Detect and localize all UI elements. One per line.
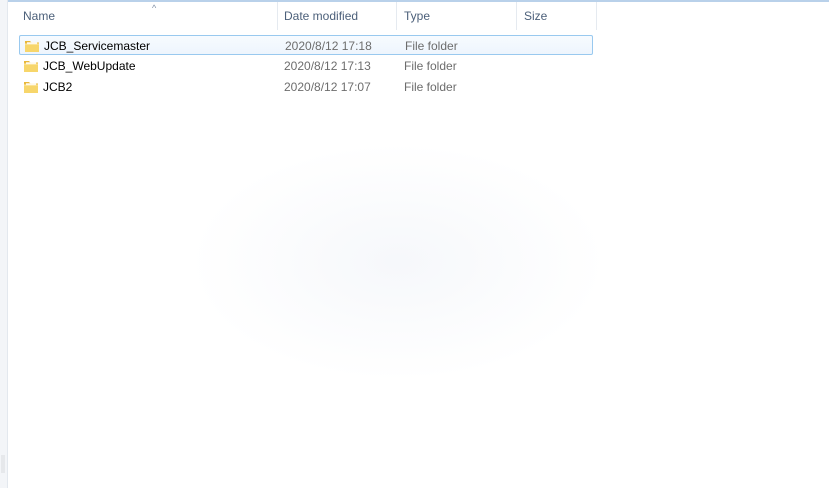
file-type: File folder xyxy=(404,80,457,94)
column-header-type[interactable]: Type xyxy=(397,2,517,30)
file-name: JCB_Servicemaster xyxy=(44,39,151,53)
file-type: File folder xyxy=(405,39,458,53)
sort-arrow-up-icon: ^ xyxy=(152,3,157,13)
background-watermark xyxy=(188,142,608,382)
file-name: JCB2 xyxy=(43,80,73,94)
column-header-date-label: Date modified xyxy=(284,9,359,23)
column-header-size[interactable]: Size xyxy=(517,2,597,30)
column-header-bar: Name ^ Date modified Type Size xyxy=(8,2,829,30)
file-row-selected[interactable]: JCB_Servicemaster 2020/8/12 17:18 File f… xyxy=(19,35,593,55)
file-date-modified: 2020/8/12 17:07 xyxy=(284,80,371,94)
file-list-view[interactable]: Name ^ Date modified Type Size JCB_Servi… xyxy=(8,2,829,488)
scrollbar-grip[interactable] xyxy=(1,455,5,473)
file-type: File folder xyxy=(404,59,457,73)
column-header-size-label: Size xyxy=(524,9,548,23)
file-row[interactable]: JCB2 2020/8/12 17:07 File folder xyxy=(19,77,593,97)
column-header-name-label: Name xyxy=(23,9,56,23)
file-date-modified: 2020/8/12 17:13 xyxy=(284,59,371,73)
column-header-type-label: Type xyxy=(404,9,431,23)
column-header-date-modified[interactable]: Date modified xyxy=(277,2,397,30)
folder-icon xyxy=(24,82,38,93)
column-header-name[interactable]: Name ^ xyxy=(16,2,278,30)
folder-icon xyxy=(25,41,39,52)
navigation-pane-edge[interactable] xyxy=(0,0,8,488)
file-name: JCB_WebUpdate xyxy=(43,59,136,73)
file-row[interactable]: JCB_WebUpdate 2020/8/12 17:13 File folde… xyxy=(19,56,593,76)
folder-icon xyxy=(24,61,38,72)
file-date-modified: 2020/8/12 17:18 xyxy=(285,39,372,53)
